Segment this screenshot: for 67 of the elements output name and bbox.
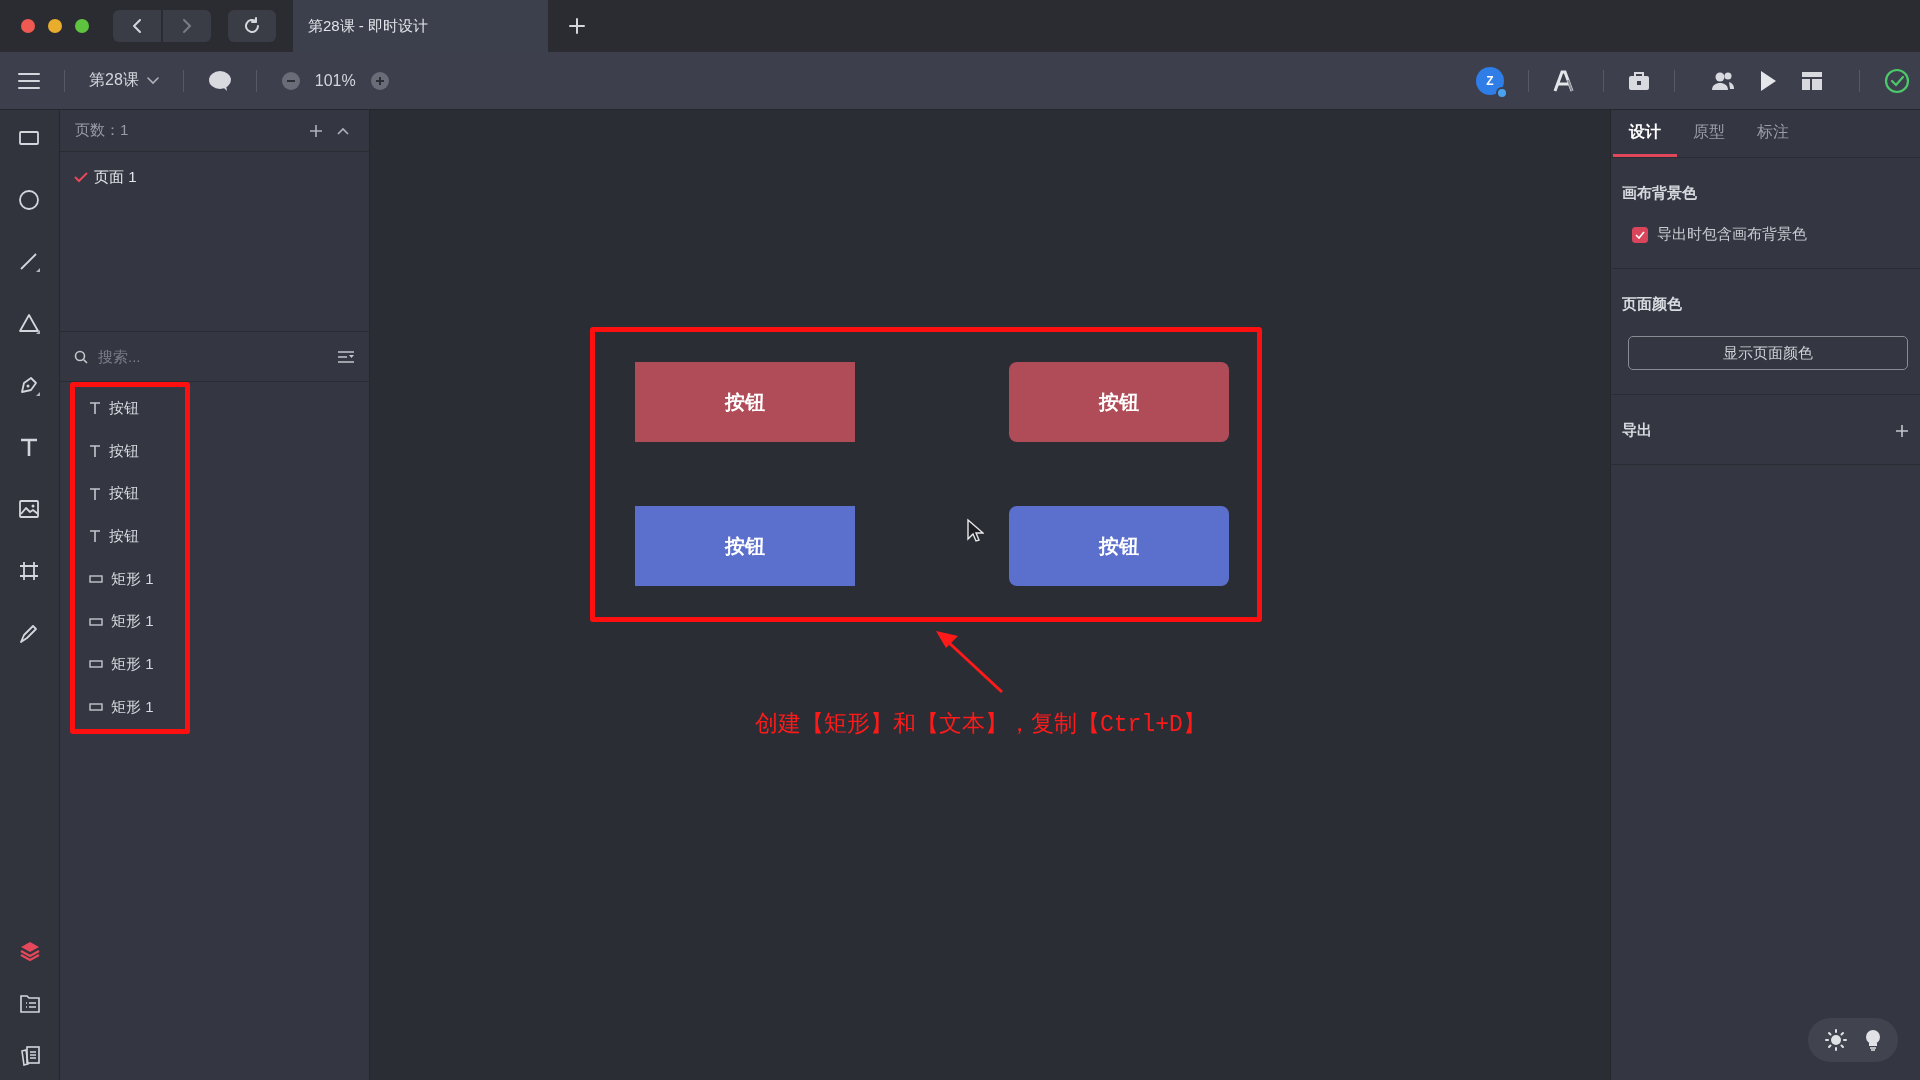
forward-icon bbox=[182, 18, 192, 34]
layers-icon[interactable] bbox=[18, 940, 41, 962]
documents-icon[interactable] bbox=[18, 1044, 41, 1066]
annotation-caption: 创建【矩形】和【文本】，复制【Ctrl+D】 bbox=[755, 711, 1206, 739]
menu-icon[interactable] bbox=[18, 71, 40, 90]
back-icon bbox=[132, 18, 142, 34]
section-heading: 页面颜色 bbox=[1622, 295, 1683, 314]
add-export-icon[interactable] bbox=[1895, 423, 1909, 438]
layer-item[interactable]: 按钮 bbox=[75, 429, 185, 473]
search-icon bbox=[74, 349, 88, 364]
page-item[interactable]: 页面 1 bbox=[60, 162, 369, 192]
layout-icon[interactable] bbox=[1801, 70, 1823, 91]
rectangle-layer-icon bbox=[89, 660, 103, 669]
layer-item[interactable]: 矩形 1 bbox=[75, 600, 185, 644]
inspector-tab[interactable]: 设计 bbox=[1613, 110, 1677, 157]
check-icon bbox=[74, 171, 88, 183]
layer-item[interactable]: 矩形 1 bbox=[75, 557, 185, 601]
lightbulb-icon[interactable] bbox=[1863, 1029, 1882, 1051]
show-page-color-button[interactable]: 显示页面颜色 bbox=[1628, 336, 1908, 370]
zoom-level: 101% bbox=[314, 71, 356, 90]
zoom-in-icon[interactable] bbox=[369, 70, 390, 91]
checkbox[interactable] bbox=[1632, 226, 1648, 243]
filter-icon[interactable] bbox=[337, 349, 355, 364]
inspector-tab[interactable]: 标注 bbox=[1741, 110, 1805, 157]
maximize-button[interactable] bbox=[75, 19, 89, 33]
section-heading: 导出 bbox=[1622, 421, 1652, 440]
ellipse-tool-icon[interactable] bbox=[17, 188, 42, 212]
triangle-tool-icon[interactable] bbox=[17, 312, 42, 336]
rectangle-layer-icon bbox=[89, 575, 103, 584]
checkbox-label: 导出时包含画布背景色 bbox=[1657, 225, 1807, 244]
add-page-icon[interactable] bbox=[309, 123, 323, 138]
rectangle-layer-icon bbox=[89, 617, 103, 626]
layer-item[interactable]: 按钮 bbox=[75, 387, 185, 430]
minimize-button[interactable] bbox=[48, 19, 62, 33]
search-field[interactable]: 搜索... bbox=[96, 347, 329, 366]
plus-icon[interactable] bbox=[569, 18, 585, 34]
layer-item[interactable]: 矩形 1 bbox=[75, 643, 185, 686]
page-count: 页数：1 bbox=[75, 121, 130, 140]
zoom-out-icon[interactable] bbox=[280, 70, 301, 91]
back-button[interactable] bbox=[113, 10, 161, 42]
user-avatar[interactable]: Z bbox=[1476, 66, 1504, 95]
reload-icon bbox=[243, 17, 261, 35]
close-button[interactable] bbox=[21, 19, 35, 33]
layer-item[interactable]: 按钮 bbox=[75, 515, 185, 558]
check-circle-icon[interactable] bbox=[1884, 67, 1910, 94]
layer-item[interactable]: 按钮 bbox=[75, 472, 185, 516]
inspector-tab[interactable]: 原型 bbox=[1677, 110, 1741, 157]
rectangle-layer-icon bbox=[89, 703, 103, 712]
caret-icon bbox=[146, 76, 159, 85]
briefcase-icon[interactable] bbox=[1628, 70, 1650, 91]
play-icon[interactable] bbox=[1759, 69, 1777, 92]
browser-tab[interactable]: 第28课 - 即时设计 bbox=[293, 0, 548, 52]
folder-list-icon[interactable] bbox=[18, 992, 41, 1014]
text-layer-icon bbox=[89, 445, 101, 458]
sun-icon[interactable] bbox=[1824, 1029, 1847, 1051]
reload-button[interactable] bbox=[228, 10, 276, 42]
collapse-icon[interactable] bbox=[337, 126, 349, 135]
people-icon[interactable] bbox=[1711, 70, 1735, 91]
file-name-dropdown[interactable]: 第28课 bbox=[89, 70, 159, 91]
text-layer-icon bbox=[89, 487, 101, 500]
text-layer-icon bbox=[89, 530, 101, 543]
text-layer-icon bbox=[89, 402, 101, 415]
checkmark-icon bbox=[1635, 230, 1645, 239]
comment-icon[interactable] bbox=[207, 69, 232, 92]
section-heading: 画布背景色 bbox=[1622, 184, 1698, 203]
layer-item[interactable]: 矩形 1 bbox=[75, 685, 185, 729]
mouse-cursor-icon bbox=[966, 518, 984, 542]
